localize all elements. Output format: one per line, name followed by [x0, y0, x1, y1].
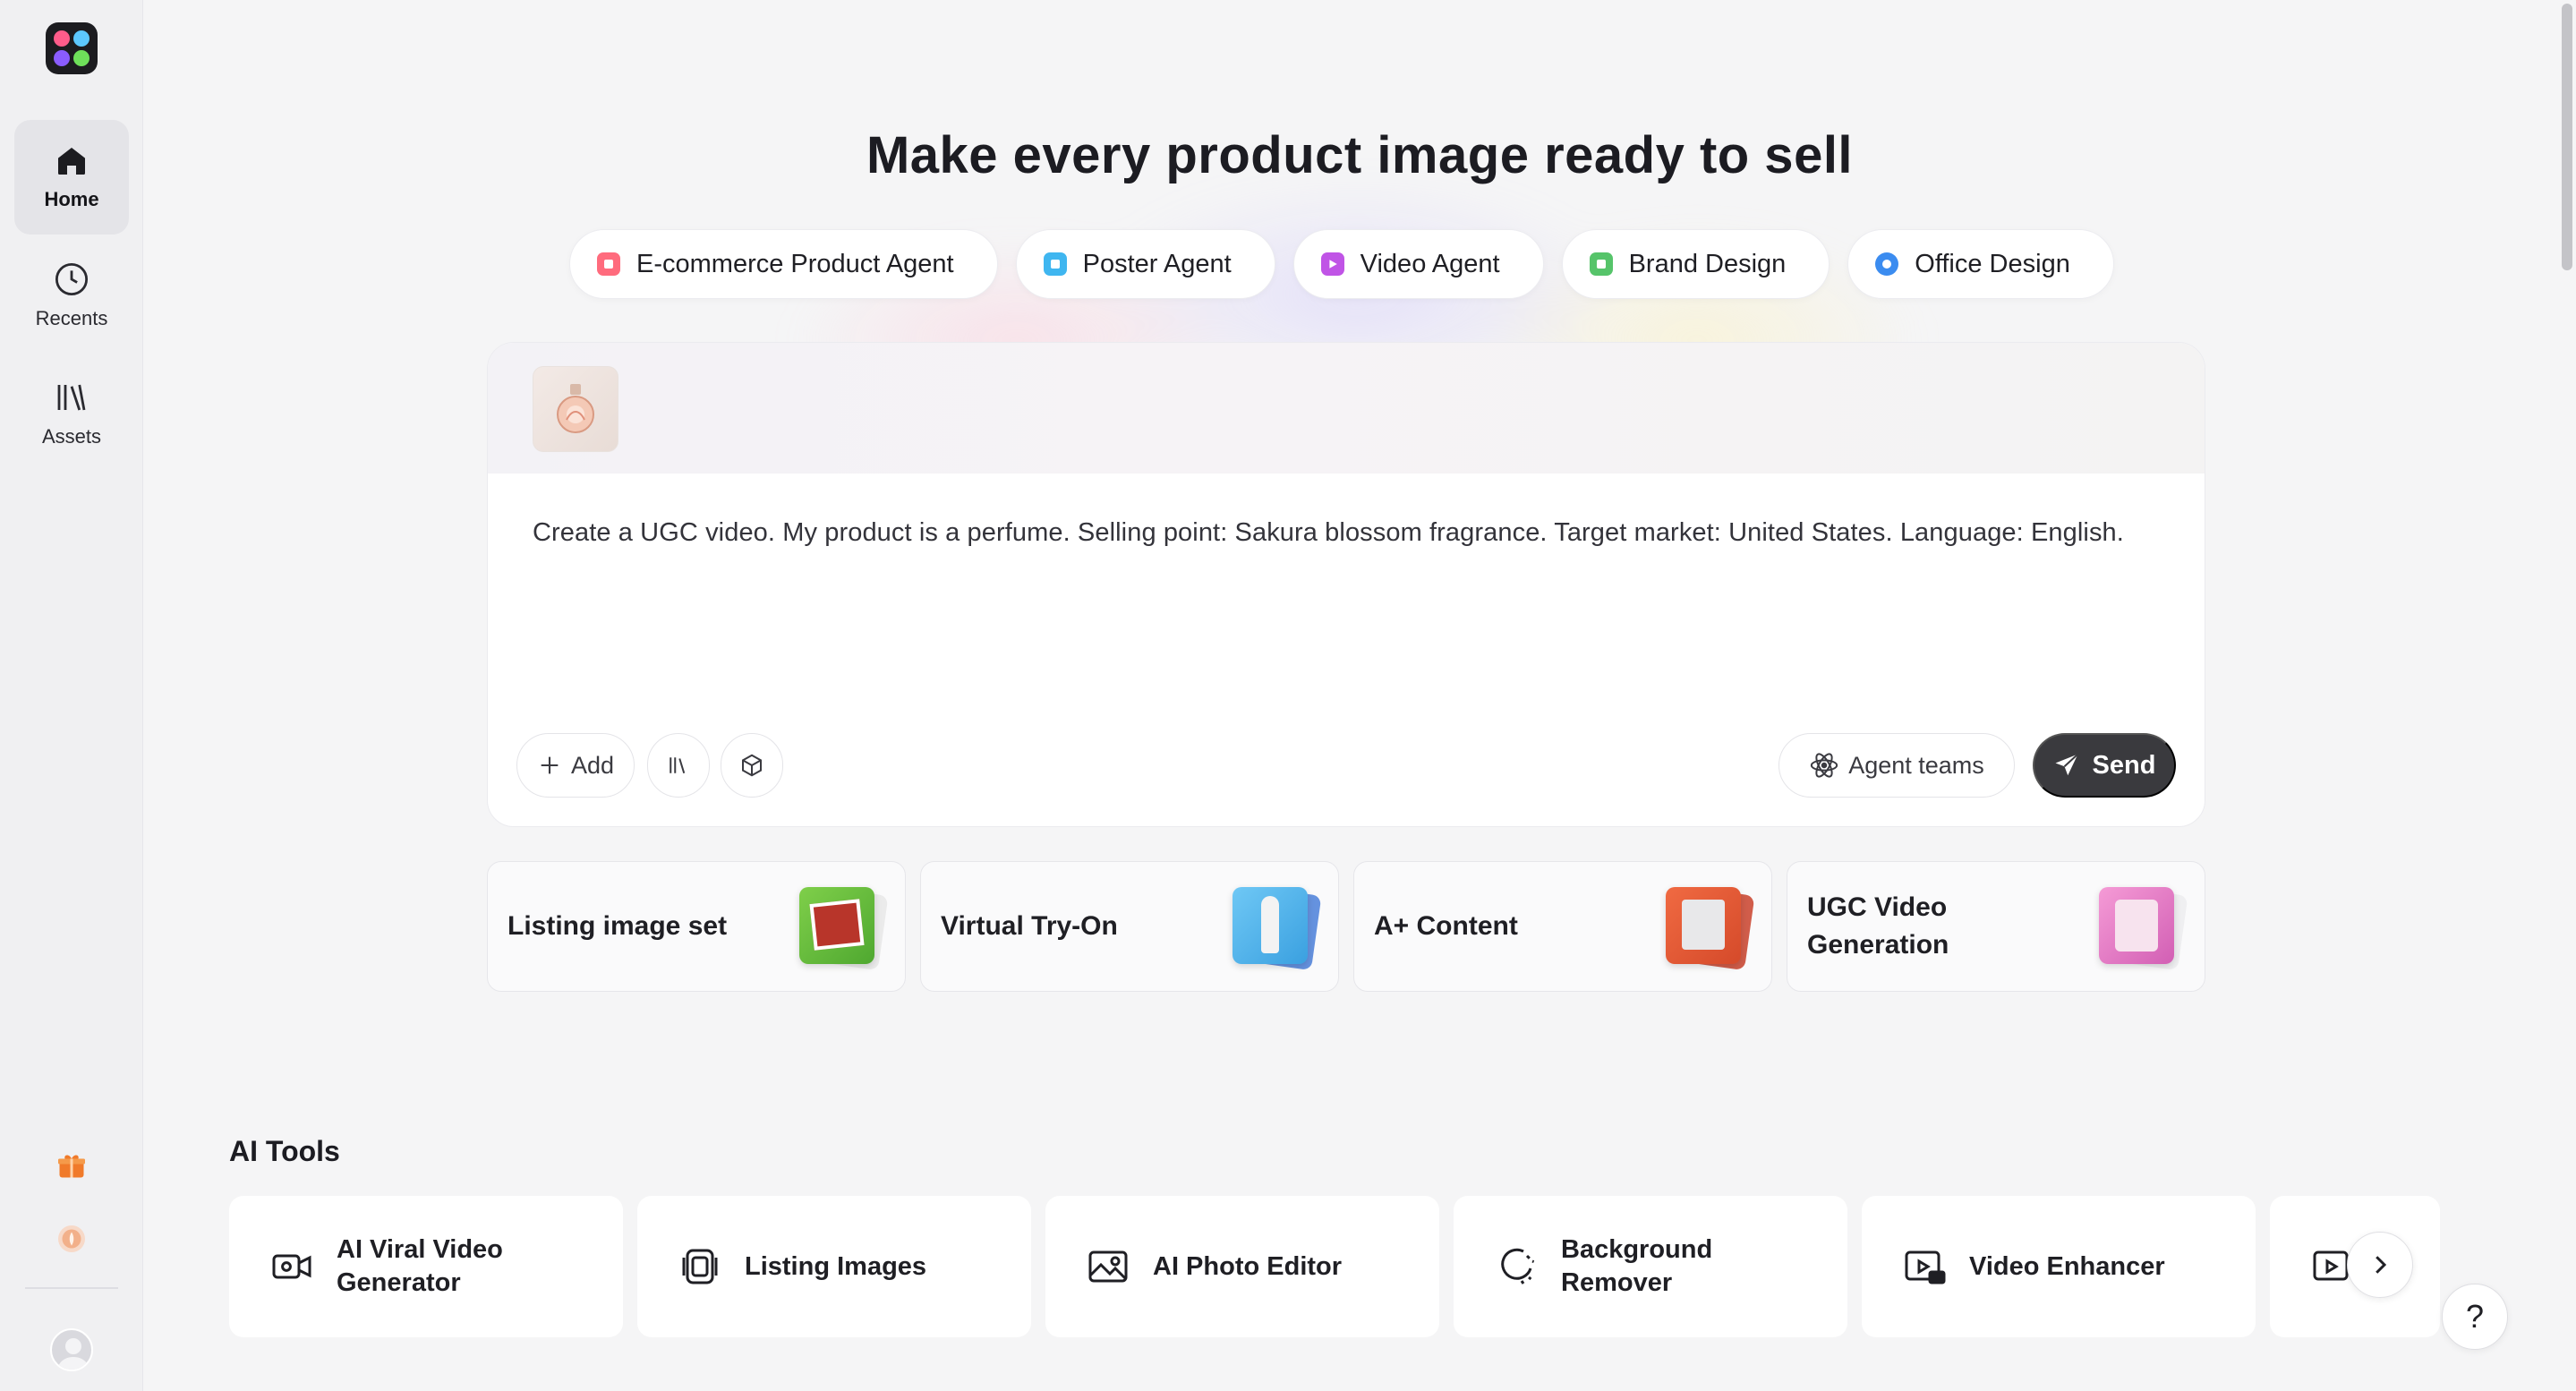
tool-label: Video Enhancer: [1969, 1251, 2165, 1281]
tool-ai-viral-video-generator[interactable]: AI Viral Video Generator: [229, 1196, 623, 1337]
agent-pill-label: Video Agent: [1360, 249, 1500, 278]
agent-pill-label: Office Design: [1915, 249, 2070, 278]
attached-product-thumbnail[interactable]: [533, 366, 618, 452]
page-title: Make every product image ready to sell: [866, 126, 1854, 184]
feature-label: UGC Video Generation: [1807, 892, 1949, 960]
play-icon: [1320, 252, 1344, 276]
feature-virtual-try-on[interactable]: Virtual Try-On: [920, 861, 1339, 992]
feature-a-plus-content[interactable]: A+ Content: [1353, 861, 1772, 992]
carousel-next-button[interactable]: [2347, 1232, 2413, 1298]
atom-icon: [1811, 753, 1838, 778]
hd-video-icon: [1905, 1250, 1946, 1284]
send-icon: [2055, 753, 2078, 776]
feature-label: A+ Content: [1374, 911, 1518, 941]
cube-icon: [742, 754, 762, 777]
agent-pill-ecommerce[interactable]: E-commerce Product Agent: [569, 229, 998, 299]
agent-pill-brand[interactable]: Brand Design: [1561, 229, 1830, 299]
perfume-bottle-icon: [557, 384, 594, 433]
tool-ai-photo-editor[interactable]: AI Photo Editor: [1045, 1196, 1439, 1337]
sidebar-item-label: Home: [44, 188, 99, 210]
virtual-try-on-thumbnail: [1233, 885, 1322, 971]
photo-icon: [1088, 1250, 1128, 1283]
sidebar-item-recents[interactable]: Recents: [14, 238, 129, 353]
prompt-toolbar: Add Agent teams Send: [516, 733, 2176, 798]
agent-selector: E-commerce Product Agent Poster Agent Vi…: [569, 229, 2114, 299]
sidebar-item-assets[interactable]: Assets: [14, 356, 129, 471]
ugc-video-thumbnail: [2099, 885, 2188, 971]
library-icon: [57, 384, 86, 411]
image-stack-icon: [682, 1249, 718, 1284]
ai-tools-title: AI Tools: [229, 1135, 340, 1167]
clock-icon: [55, 262, 89, 296]
scrollbar-thumb[interactable]: [2562, 4, 2572, 270]
attachment-strip: [488, 343, 2205, 474]
sidebar-item-label: Recents: [35, 307, 108, 329]
brand-icon: [1589, 252, 1613, 276]
feature-ugc-video-generation[interactable]: UGC Video Generation: [1787, 861, 2205, 992]
agent-teams-button[interactable]: Agent teams: [1778, 733, 2015, 798]
tool-background-remover[interactable]: Background Remover: [1454, 1196, 1847, 1337]
home-icon: [58, 148, 85, 175]
asset-library-button[interactable]: [647, 733, 710, 798]
sidebar: Home Recents Assets: [0, 0, 143, 1391]
help-icon: ?: [2465, 1298, 2485, 1335]
agent-pill-office[interactable]: Office Design: [1847, 229, 2114, 299]
help-button[interactable]: ?: [2442, 1284, 2508, 1350]
video-camera-icon: [272, 1254, 311, 1279]
chevron-right-icon: [2376, 1256, 2387, 1274]
feature-cards: Listing image set Virtual Try-On A+ Cont…: [487, 861, 2205, 992]
tool-label: AI Viral Video Generator: [337, 1235, 503, 1297]
tool-label: AI Photo Editor: [1153, 1251, 1343, 1281]
prompt-input[interactable]: Create a UGC video. My product is a perf…: [533, 518, 2124, 548]
tool-label: Background Remover: [1561, 1235, 1713, 1297]
sidebar-item-label: Assets: [41, 425, 102, 448]
main-content: Make every product image ready to sell E…: [143, 0, 2576, 1391]
feature-listing-image-set[interactable]: Listing image set: [487, 861, 906, 992]
poster-icon: [1043, 252, 1067, 276]
agent-pill-video[interactable]: Video Agent: [1292, 229, 1544, 299]
plus-icon: [541, 756, 559, 774]
add-button-label: Add: [570, 751, 615, 779]
scrollbar[interactable]: [2558, 0, 2576, 1391]
feature-label: Virtual Try-On: [941, 911, 1118, 941]
agent-pill-label: Poster Agent: [1082, 249, 1232, 278]
agent-pill-label: Brand Design: [1628, 249, 1787, 278]
a-plus-content-thumbnail: [1666, 885, 1755, 971]
ai-tools-carousel: AI Viral Video Generator Listing Images …: [229, 1196, 2440, 1337]
library-icon: [670, 757, 686, 774]
send-button[interactable]: Send: [2033, 733, 2176, 798]
tool-listing-images[interactable]: Listing Images: [637, 1196, 1031, 1337]
sidebar-divider: [25, 1287, 118, 1289]
tool-video-enhancer[interactable]: Video Enhancer: [1862, 1196, 2256, 1337]
tool-label: Listing Images: [745, 1251, 927, 1281]
feature-label: Listing image set: [508, 911, 728, 941]
gift-icon[interactable]: [54, 1148, 90, 1183]
app-logo[interactable]: [46, 22, 98, 74]
product-3d-button[interactable]: [721, 733, 783, 798]
agent-pill-label: E-commerce Product Agent: [636, 249, 954, 278]
prompt-card: Create a UGC video. My product is a perf…: [487, 342, 2205, 827]
agent-teams-label: Agent teams: [1848, 751, 1984, 779]
send-button-label: Send: [2092, 750, 2156, 780]
credits-icon[interactable]: [54, 1221, 90, 1257]
shop-icon: [597, 252, 620, 276]
agent-pill-poster[interactable]: Poster Agent: [1015, 229, 1275, 299]
add-button[interactable]: Add: [516, 733, 635, 798]
office-icon: [1875, 252, 1899, 276]
remove-bg-icon: [1501, 1248, 1535, 1284]
avatar[interactable]: [50, 1328, 93, 1371]
listing-image-thumbnail: [799, 885, 889, 971]
sidebar-item-home[interactable]: Home: [14, 120, 129, 235]
